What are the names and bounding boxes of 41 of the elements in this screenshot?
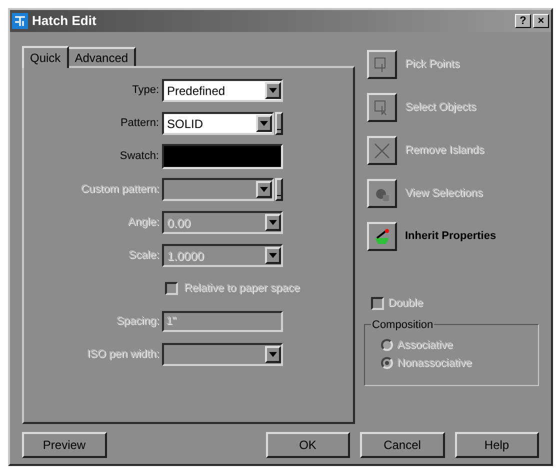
window-title: Hatch Edit	[32, 12, 98, 30]
dialog-button[interactable]: OK	[266, 432, 350, 458]
field-label: Swatch:	[118, 149, 160, 164]
dropdown-field[interactable]: SOLID	[162, 112, 274, 135]
color-swatch[interactable]	[162, 144, 283, 169]
action-label: Pick Points	[405, 57, 460, 72]
field-label: Scale:	[127, 248, 160, 264]
inherit-button[interactable]	[367, 222, 397, 251]
field-label: Spacing:	[115, 314, 160, 330]
tab[interactable]: Quick	[22, 46, 69, 68]
checkbox-label: Double	[388, 296, 423, 311]
dialog-button[interactable]: Cancel	[360, 432, 444, 458]
action-label: Select Objects	[405, 100, 476, 116]
cross-icon	[372, 140, 392, 160]
dialog-button[interactable]: Help	[454, 432, 539, 458]
radio-label: Associative	[397, 338, 453, 352]
field-label: Angle:	[126, 215, 160, 230]
help-button[interactable]: ?	[515, 14, 531, 28]
app-icon	[12, 13, 28, 29]
action-label: View Selections	[405, 186, 482, 202]
pick-button[interactable]	[367, 50, 397, 79]
field-label: ISO pen width:	[86, 347, 160, 362]
action-label: Remove Islands	[405, 143, 484, 158]
dropdown-field[interactable]	[162, 178, 274, 201]
field-label: Custom pattern:	[80, 182, 160, 198]
remove-button[interactable]	[367, 136, 397, 165]
radio-label: Nonassociative	[397, 356, 472, 371]
field-label: Type:	[131, 83, 160, 98]
action-label: Inherit Properties	[405, 229, 496, 244]
dialog-button[interactable]: Preview	[22, 432, 106, 458]
close-button[interactable]: ×	[533, 14, 549, 28]
checkbox-label: Relative to paper space	[184, 281, 300, 296]
paint-pot-icon	[372, 226, 392, 246]
browse-button[interactable]	[275, 178, 283, 201]
view-button[interactable]	[367, 179, 397, 208]
dropdown-field[interactable]	[162, 343, 283, 366]
select-button[interactable]	[367, 93, 397, 122]
field-label: Pattern:	[119, 116, 160, 132]
browse-button[interactable]	[275, 112, 283, 135]
dropdown-field[interactable]: Predefined	[162, 79, 283, 102]
tab[interactable]: Advanced	[66, 47, 136, 66]
